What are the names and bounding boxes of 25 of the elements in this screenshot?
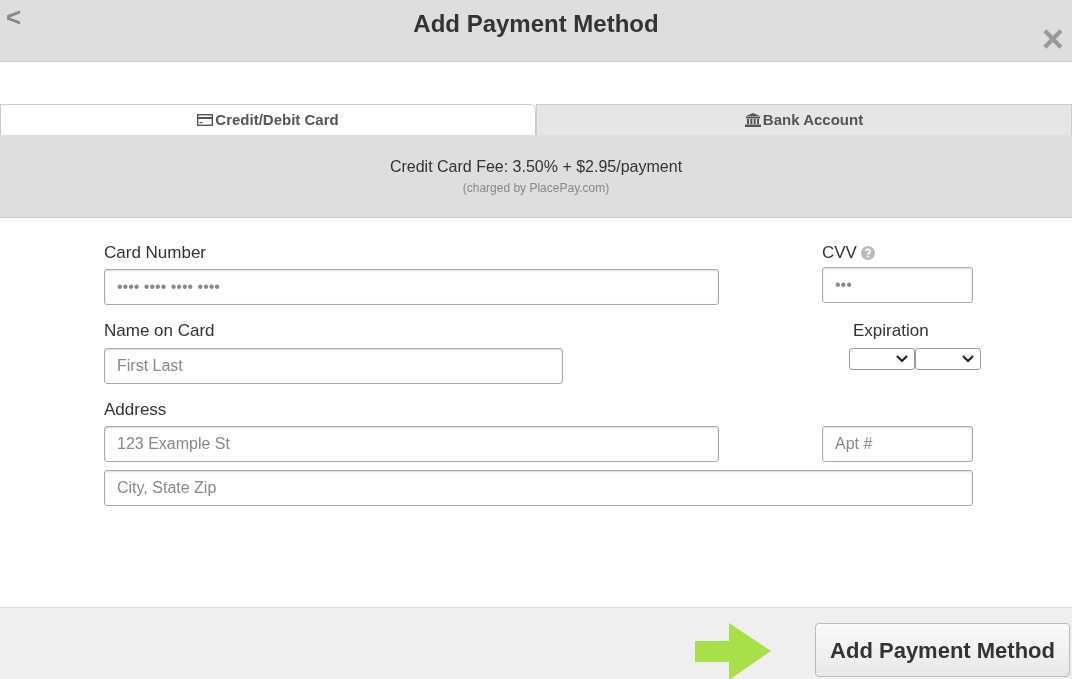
help-icon[interactable] <box>860 246 875 261</box>
tab[interactable]: Bank Account <box>536 104 1072 135</box>
add-payment-method-button[interactable]: Add Payment Method <box>815 623 1070 677</box>
address-field[interactable]: 123 Example St <box>104 426 719 463</box>
month-select[interactable] <box>849 347 915 370</box>
chevron-icon <box>896 354 908 363</box>
field-label: Name on Card <box>104 321 216 342</box>
year-select[interactable] <box>915 347 981 370</box>
card-number-field[interactable]: •••• •••• •••• •••• <box>104 269 719 306</box>
bank-icon <box>744 113 761 127</box>
card-icon <box>197 114 214 126</box>
arrow-icon <box>695 623 771 679</box>
field-label: Address <box>104 399 168 421</box>
field-label: CVV <box>822 243 857 264</box>
field-label: Expiration <box>853 321 930 342</box>
field-label: Card Number <box>104 243 208 264</box>
fee-text: Credit Card Fee: 3.50% + $2.95/payment <box>388 157 684 177</box>
city-field[interactable]: City, State Zip <box>104 470 973 507</box>
apt-field[interactable]: Apt # <box>822 426 973 463</box>
chevron-icon <box>962 354 974 363</box>
tab[interactable]: Credit/Debit Card <box>0 104 536 135</box>
dialog-title: Add Payment Method <box>413 10 659 39</box>
name-field[interactable]: First Last <box>104 347 563 384</box>
cvv-field[interactable]: ••• <box>822 267 973 304</box>
fee-note: (charged by PlacePay.com) <box>461 180 611 197</box>
